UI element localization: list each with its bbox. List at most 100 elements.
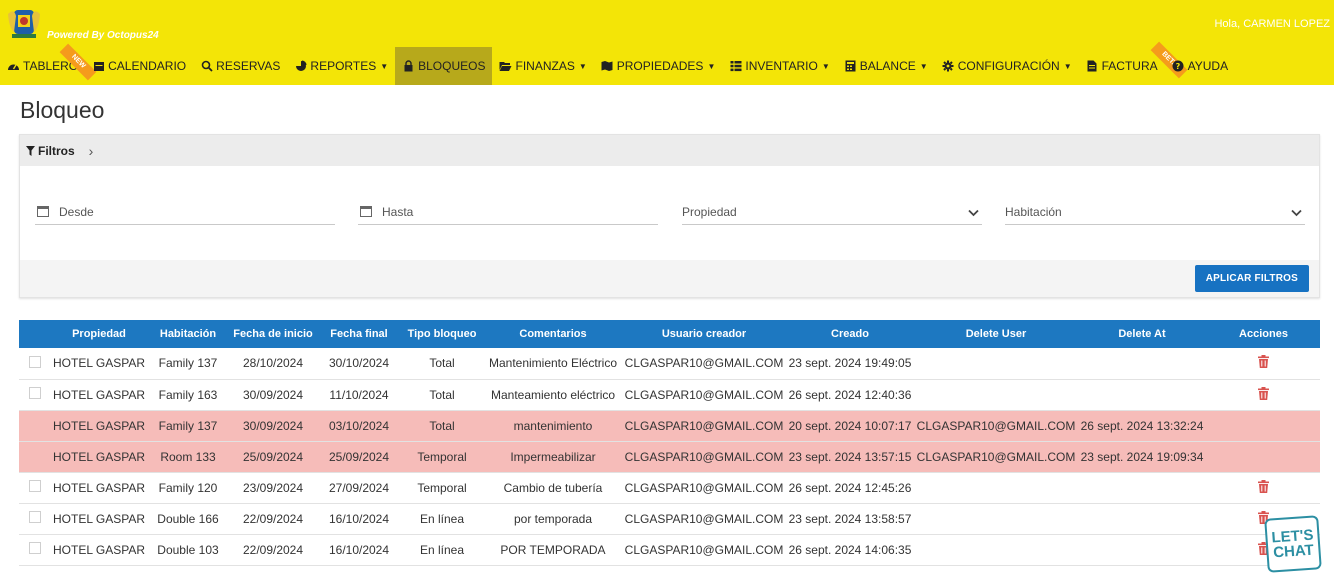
cell-creado: 23 sept. 2024 19:49:05 <box>785 348 915 380</box>
table-header-row: Propiedad Habitación Fecha de inicio Fec… <box>19 320 1320 348</box>
cell-final: 27/09/2024 <box>317 472 401 504</box>
cell-comentarios: mantenimiento <box>483 410 623 442</box>
cell-tipo: Temporal <box>401 441 483 473</box>
caret-down-icon: ▼ <box>821 61 830 71</box>
chevron-down-icon <box>1291 206 1302 220</box>
nav-bloqueos-label: BLOQUEOS <box>418 59 486 73</box>
nav-factura-label: FACTURA <box>1101 59 1158 73</box>
header-habitacion[interactable]: Habitación <box>147 320 229 348</box>
cell-tipo: En línea <box>401 534 483 566</box>
table-row[interactable]: HOTEL GASPAR Family 137 30/09/2024 03/10/20… <box>19 410 1320 442</box>
trash-icon[interactable] <box>1258 479 1269 496</box>
cell-usuario: CLGASPAR10@GMAIL.COM <box>623 348 785 380</box>
nav-reservas-label: RESERVAS <box>216 59 281 73</box>
cell-usuario: CLGASPAR10@GMAIL.COM <box>623 503 785 535</box>
cell-habitacion: Double 166 <box>147 503 229 535</box>
bloqueos-table-container: Propiedad Habitación Fecha de inicio Fec… <box>19 320 1320 575</box>
main-nav: TABLERO NEW CALENDARIO RESERVAS REPORTES… <box>0 41 1235 85</box>
table-row[interactable]: HOTEL GASPAR Double 103 22/09/2024 16/10/20… <box>19 534 1320 566</box>
cell-creado: 23 sept. 2024 13:58:57 <box>785 503 915 535</box>
header-fecha-inicio[interactable]: Fecha de inicio <box>229 320 317 348</box>
nav-balance[interactable]: BALANCE ▼ <box>837 47 935 85</box>
nav-bloqueos[interactable]: BLOQUEOS <box>395 47 493 85</box>
row-checkbox[interactable] <box>29 511 41 523</box>
nav-finanzas[interactable]: FINANZAS ▼ <box>492 47 593 85</box>
header-propiedad[interactable]: Propiedad <box>51 320 147 348</box>
row-select-cell <box>19 348 51 380</box>
cell-comentarios: Mantenimiento Eléctrico <box>483 348 623 380</box>
cell-delete-user <box>915 534 1077 566</box>
nav-reservas[interactable]: RESERVAS <box>193 47 287 85</box>
file-text-icon <box>1086 60 1099 73</box>
nav-inventario[interactable]: INVENTARIO ▼ <box>722 47 836 85</box>
user-greeting[interactable]: Hola, CARMEN LOPEZ <box>1214 18 1330 30</box>
nav-reportes-label: REPORTES <box>310 59 377 73</box>
header-creado[interactable]: Creado <box>785 320 915 348</box>
chevron-right-icon: › <box>88 142 94 159</box>
cell-usuario: CLGASPAR10@GMAIL.COM <box>623 472 785 504</box>
nav-calendario[interactable]: CALENDARIO <box>85 47 193 85</box>
nav-propiedades[interactable]: PROPIEDADES ▼ <box>594 47 723 85</box>
lets-chat-button[interactable]: LET'S CHAT <box>1264 515 1322 573</box>
cell-usuario: CLGASPAR10@GMAIL.COM <box>623 379 785 411</box>
propiedad-select[interactable]: Propiedad <box>682 200 982 225</box>
nav-inventario-label: INVENTARIO <box>745 59 818 73</box>
trash-icon[interactable] <box>1258 355 1269 371</box>
row-checkbox[interactable] <box>29 355 41 368</box>
cell-delete-user: CLGASPAR10@GMAIL.COM <box>915 410 1077 442</box>
cell-acciones <box>1207 441 1320 473</box>
header-delete-at[interactable]: Delete At <box>1077 320 1207 348</box>
calculator-icon <box>844 60 857 73</box>
row-checkbox[interactable] <box>29 480 41 492</box>
table-row[interactable]: HOTEL GASPAR Family 120 23/09/2024 27/09/20… <box>19 472 1320 504</box>
page-title: Bloqueo <box>20 97 105 123</box>
header-tipo-bloqueo[interactable]: Tipo bloqueo <box>401 320 483 348</box>
row-select-cell <box>19 503 51 535</box>
nav-tablero[interactable]: TABLERO NEW <box>0 43 97 85</box>
header-comentarios[interactable]: Comentarios <box>483 320 623 348</box>
pie-chart-icon <box>294 60 307 73</box>
hasta-field[interactable]: Hasta <box>358 200 658 225</box>
cell-final: 16/10/2024 <box>317 534 401 566</box>
cell-inicio: 22/09/2024 <box>229 503 317 535</box>
cell-habitacion: Family 120 <box>147 472 229 504</box>
nav-factura[interactable]: FACTURA BETA <box>1079 41 1188 85</box>
row-select-cell <box>19 379 51 411</box>
nav-reportes[interactable]: REPORTES ▼ <box>287 47 395 85</box>
header-delete-user[interactable]: Delete User <box>915 320 1077 348</box>
nav-configuracion[interactable]: CONFIGURACIÓN ▼ <box>935 47 1079 85</box>
row-select-cell <box>19 534 51 566</box>
cell-inicio: 30/09/2024 <box>229 410 317 442</box>
row-select-cell <box>19 410 51 442</box>
trash-icon[interactable] <box>1258 386 1269 403</box>
cell-habitacion: Family 163 <box>147 379 229 411</box>
habitacion-select[interactable]: Habitación <box>1005 200 1305 225</box>
table-row[interactable]: HOTEL GASPAR Family 163 30/09/2024 11/10/20… <box>19 379 1320 411</box>
header-fecha-final[interactable]: Fecha final <box>317 320 401 348</box>
header-usuario-creador[interactable]: Usuario creador <box>623 320 785 348</box>
cell-habitacion: Double 103 <box>147 534 229 566</box>
table-row[interactable]: HOTEL GASPAR Double 166 22/09/2024 16/10/20… <box>19 503 1320 535</box>
cell-final: 30/10/2024 <box>317 348 401 380</box>
list-icon <box>729 60 742 73</box>
gear-icon <box>942 60 955 73</box>
coat-of-arms-logo[interactable] <box>6 6 42 40</box>
table-body: HOTEL GASPAR Family 137 28/10/2024 30/10/20… <box>19 348 1320 575</box>
row-checkbox[interactable] <box>29 387 41 399</box>
calendar-icon <box>92 60 105 73</box>
cell-delete-at <box>1077 534 1207 566</box>
row-checkbox[interactable] <box>29 542 41 554</box>
cell-comentarios: Cambio de tubería <box>483 472 623 504</box>
caret-down-icon: ▼ <box>578 61 587 71</box>
table-row[interactable]: HOTEL GASPAR Room 133 25/09/2024 25/09/2024… <box>19 441 1320 473</box>
nav-ayuda[interactable]: ? AYUDA <box>1165 47 1235 85</box>
table-row[interactable]: HOTEL GASPAR Family 137 28/10/2024 30/10/20… <box>19 348 1320 380</box>
cell-inicio: 25/09/2024 <box>229 441 317 473</box>
apply-filters-button[interactable]: APLICAR FILTROS <box>1194 265 1309 292</box>
cell-delete-at: 23 sept. 2024 19:09:34 <box>1077 441 1207 473</box>
bloqueos-table: Propiedad Habitación Fecha de inicio Fec… <box>19 320 1320 575</box>
cell-usuario: CLGASPAR10@GMAIL.COM <box>623 534 785 566</box>
filters-toggle[interactable]: Filtros › <box>20 135 1319 166</box>
desde-field[interactable]: Desde <box>35 200 335 225</box>
cell-acciones <box>1207 472 1320 504</box>
